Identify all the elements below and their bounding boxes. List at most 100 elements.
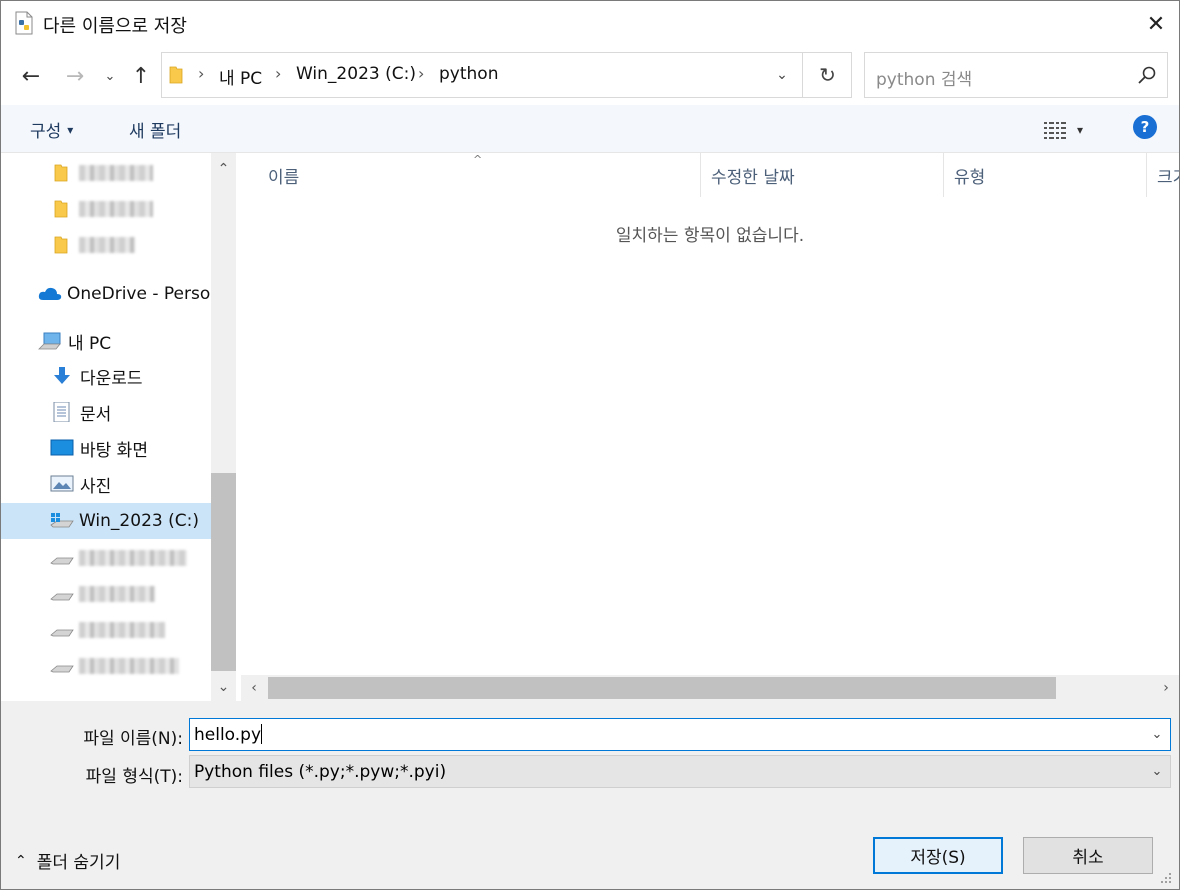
filename-label: 파일 이름(N): xyxy=(83,729,183,749)
breadcrumb-drive[interactable]: Win_2023 (C:) xyxy=(296,64,416,84)
new-folder-button[interactable]: 새 폴더 xyxy=(129,117,181,142)
nav-item-label: 사진 xyxy=(80,476,112,497)
navigation-pane: OneDrive - Person 내 PC 다운로드 문서 바탕 화면 사진 … xyxy=(1,153,236,701)
column-header-type[interactable]: 유형 xyxy=(944,153,1147,197)
drive-icon xyxy=(50,629,74,637)
nav-item-blurred-drive[interactable] xyxy=(1,612,211,648)
drive-icon xyxy=(50,593,74,601)
nav-item-this-pc[interactable]: 내 PC xyxy=(1,323,211,359)
scroll-up-button[interactable]: ⌃ xyxy=(211,157,236,181)
scroll-left-button[interactable]: ‹ xyxy=(241,675,267,701)
search-input[interactable]: python 검색 xyxy=(876,65,972,90)
nav-item-label-redacted xyxy=(79,658,179,674)
column-header-size[interactable]: 크기 xyxy=(1147,153,1179,197)
breadcrumb-separator[interactable]: › xyxy=(418,64,424,83)
folder-icon xyxy=(54,236,68,254)
nav-item-label: 내 PC xyxy=(68,333,112,354)
breadcrumb-separator[interactable]: › xyxy=(275,64,281,83)
nav-pane-scrollbar[interactable]: ⌃ ⌄ xyxy=(211,153,236,701)
save-button[interactable]: 저장(S) xyxy=(873,837,1003,874)
close-button[interactable]: ✕ xyxy=(1133,1,1179,47)
help-button[interactable]: ? xyxy=(1133,115,1157,139)
nav-item-downloads[interactable]: 다운로드 xyxy=(1,358,211,394)
computer-icon xyxy=(38,332,61,350)
file-list-scrollbar[interactable]: ‹ › xyxy=(241,675,1179,701)
column-header-name[interactable]: 이름 xyxy=(258,153,701,197)
chevron-up-icon: ⌃ xyxy=(15,852,27,869)
chevron-down-icon: ▾ xyxy=(67,122,74,137)
filename-combobox[interactable]: hello.py ⌄ xyxy=(189,718,1171,751)
empty-folder-message: 일치하는 항목이 없습니다. xyxy=(615,226,805,246)
nav-item-label: OneDrive - Person xyxy=(67,284,211,304)
search-box[interactable]: python 검색 xyxy=(864,52,1168,98)
breadcrumb-separator[interactable]: › xyxy=(198,64,204,83)
drive-icon xyxy=(50,665,74,673)
nav-item-desktop[interactable]: 바탕 화면 xyxy=(1,430,211,466)
nav-item-onedrive[interactable]: OneDrive - Person xyxy=(1,276,211,312)
windows-drive-icon xyxy=(50,513,74,528)
hide-folders-label: 폴더 숨기기 xyxy=(36,853,121,873)
nav-item-label-redacted xyxy=(79,165,153,181)
filetype-label: 파일 형식(T): xyxy=(85,767,183,787)
cancel-button[interactable]: 취소 xyxy=(1023,837,1153,874)
nav-item-label-redacted xyxy=(79,622,165,638)
onedrive-cloud-icon xyxy=(38,287,62,300)
pictures-icon xyxy=(50,475,74,492)
nav-item-blurred-drive[interactable] xyxy=(1,576,211,612)
organize-button[interactable]: 구성 ▾ xyxy=(30,117,73,142)
breadcrumb-my-pc[interactable]: 내 PC xyxy=(219,64,262,89)
forward-button[interactable]: → xyxy=(59,60,91,92)
nav-item-blurred-folder[interactable] xyxy=(1,191,211,227)
breadcrumb-python[interactable]: python xyxy=(439,64,498,84)
nav-item-blurred-drive[interactable] xyxy=(1,540,211,576)
folder-icon xyxy=(169,66,183,84)
address-dropdown-button[interactable]: ⌄ xyxy=(762,53,802,97)
resize-grip-icon[interactable] xyxy=(1159,871,1173,885)
folder-icon xyxy=(54,200,68,218)
save-as-dialog: 다른 이름으로 저장 ✕ ← → ⌄ ↑ › 내 PC › Win_2023 (… xyxy=(0,0,1180,890)
document-icon xyxy=(53,402,70,422)
nav-item-label: 바탕 화면 xyxy=(80,440,148,461)
desktop-icon xyxy=(50,439,74,456)
scroll-down-button[interactable]: ⌄ xyxy=(211,675,236,699)
address-bar[interactable]: › 내 PC › Win_2023 (C:) › python ⌄ ↻ xyxy=(161,52,852,98)
hide-folders-button[interactable]: ⌃ 폴더 숨기기 xyxy=(15,848,121,874)
navigation-bar: ← → ⌄ ↑ › 내 PC › Win_2023 (C:) › python … xyxy=(1,47,1179,105)
title-bar: 다른 이름으로 저장 ✕ xyxy=(1,1,1179,47)
up-button[interactable]: ↑ xyxy=(125,60,157,92)
chevron-down-icon: ▾ xyxy=(1077,123,1084,137)
back-button[interactable]: ← xyxy=(15,60,47,92)
command-toolbar: 구성 ▾ 새 폴더 ▾ xyxy=(1,105,1179,153)
scroll-thumb[interactable] xyxy=(268,677,1056,699)
nav-item-blurred-drive[interactable] xyxy=(1,648,211,684)
nav-item-blurred-folder[interactable] xyxy=(1,155,211,191)
nav-item-label-redacted xyxy=(79,550,187,566)
python-file-icon xyxy=(15,11,33,35)
nav-item-drive-c[interactable]: Win_2023 (C:) xyxy=(1,503,211,539)
nav-item-blurred-folder[interactable] xyxy=(1,227,211,263)
window-title: 다른 이름으로 저장 xyxy=(43,16,187,37)
nav-item-label-redacted xyxy=(79,237,135,253)
drive-icon xyxy=(50,557,74,565)
filetype-select[interactable]: Python files (*.py;*.pyw;*.pyi) ⌄ xyxy=(189,755,1171,788)
download-arrow-icon xyxy=(54,367,70,384)
nav-item-documents[interactable]: 문서 xyxy=(1,394,211,430)
column-header-date-modified[interactable]: 수정한 날짜 xyxy=(701,153,944,197)
filetype-value: Python files (*.py;*.pyw;*.pyi) xyxy=(194,762,447,782)
recent-locations-button[interactable]: ⌄ xyxy=(99,60,121,92)
filetype-dropdown-button[interactable]: ⌄ xyxy=(1144,756,1170,787)
nav-item-label: Win_2023 (C:) xyxy=(79,511,199,531)
file-list: ^ 이름 수정한 날짜 유형 크기 일치하는 항목이 없습니다. ‹ › xyxy=(241,153,1179,701)
nav-item-pictures[interactable]: 사진 xyxy=(1,466,211,502)
filename-input[interactable]: hello.py xyxy=(194,724,263,745)
nav-item-label-redacted xyxy=(79,201,153,217)
filename-dropdown-button[interactable]: ⌄ xyxy=(1144,719,1170,750)
save-form-panel: 파일 이름(N): hello.py ⌄ 파일 형식(T): Python fi… xyxy=(1,701,1179,889)
view-options-button[interactable]: ▾ xyxy=(1043,118,1093,142)
refresh-button[interactable]: ↻ xyxy=(802,53,852,97)
scroll-thumb[interactable] xyxy=(211,473,236,671)
scroll-right-button[interactable]: › xyxy=(1153,675,1179,701)
search-icon[interactable] xyxy=(1137,65,1157,85)
organize-label: 구성 xyxy=(30,122,62,142)
details-view-icon xyxy=(1044,122,1066,139)
